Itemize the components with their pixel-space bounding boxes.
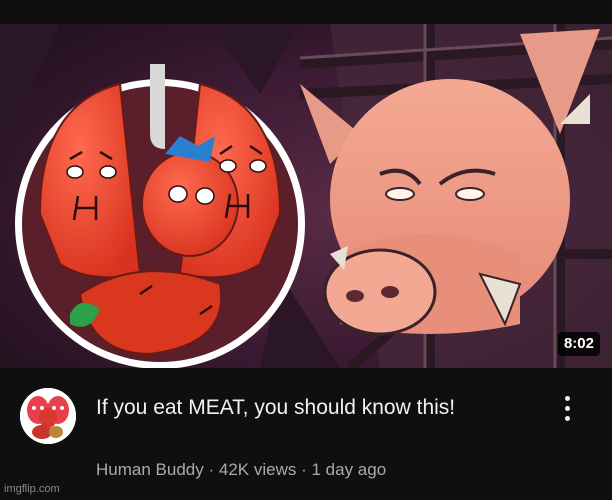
duration-badge: 8:02 — [557, 332, 600, 356]
menu-dot — [564, 395, 570, 401]
video-thumbnail[interactable]: 8:02 — [0, 24, 612, 368]
thumbnail-artwork — [0, 24, 612, 368]
channel-avatar[interactable] — [20, 388, 76, 444]
more-vert-icon[interactable] — [552, 390, 582, 426]
meta-separator: · — [301, 460, 307, 479]
watermark: imgflip.com — [4, 483, 60, 495]
avatar-organs-icon — [20, 388, 76, 444]
meta-separator: · — [208, 460, 215, 479]
video-info: If you eat MEAT, you should know this! H… — [0, 368, 612, 500]
menu-dot — [564, 415, 570, 421]
upload-age: 1 day ago — [311, 460, 387, 479]
video-title[interactable]: If you eat MEAT, you should know this! — [96, 394, 516, 422]
menu-dot — [564, 405, 570, 411]
channel-name[interactable]: Human Buddy — [96, 460, 204, 479]
top-bar — [0, 0, 612, 24]
view-count: 42K views — [218, 460, 297, 479]
video-meta: Human Buddy · 42K views · 1 day ago — [96, 460, 386, 480]
